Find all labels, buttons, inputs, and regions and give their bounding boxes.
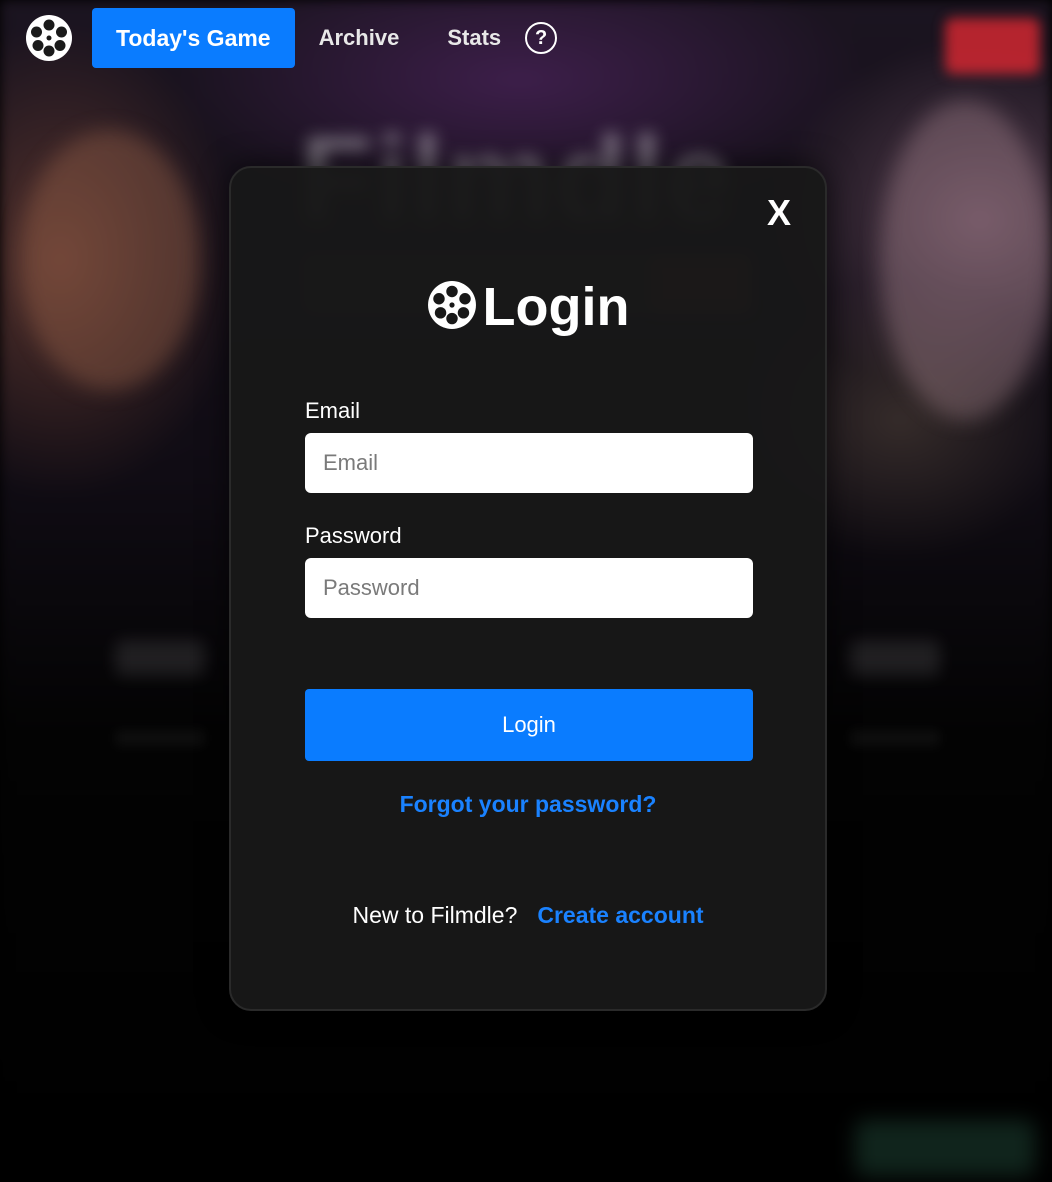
top-nav: Today's Game Archive Stats ? [24,8,558,68]
login-button[interactable]: Login [305,689,753,761]
password-label: Password [305,523,402,548]
signup-row: New to Filmdle? Create account [231,902,825,929]
login-modal: X Login Email Password Login Forgot your… [229,166,827,1011]
forgot-password-link[interactable]: Forgot your password? [231,791,825,818]
modal-title: Login [231,276,825,338]
film-reel-icon [427,280,477,335]
background-blob [880,100,1050,420]
close-button[interactable]: X [767,192,791,234]
background-red-button [945,18,1040,74]
question-circle-icon[interactable]: ? [525,22,558,54]
background-header-cell [115,640,205,676]
background-row-line [850,730,940,746]
nav-todays-game-button[interactable]: Today's Game [92,8,295,68]
email-label: Email [305,398,361,423]
email-field[interactable] [305,433,753,493]
film-reel-icon[interactable] [24,13,74,63]
forgot-password-text[interactable]: Forgot your password? [400,791,657,817]
signup-prompt: New to Filmdle? [352,902,518,928]
background-header-cell [850,640,940,676]
background-row-line [115,730,205,746]
modal-title-text: Login [482,277,630,337]
password-field[interactable] [305,558,753,618]
nav-stats-link[interactable]: Stats [423,8,525,68]
background-corner-widget [855,1120,1035,1176]
create-account-link[interactable]: Create account [537,902,703,929]
nav-archive-link[interactable]: Archive [295,8,424,68]
background-blob [20,130,200,390]
